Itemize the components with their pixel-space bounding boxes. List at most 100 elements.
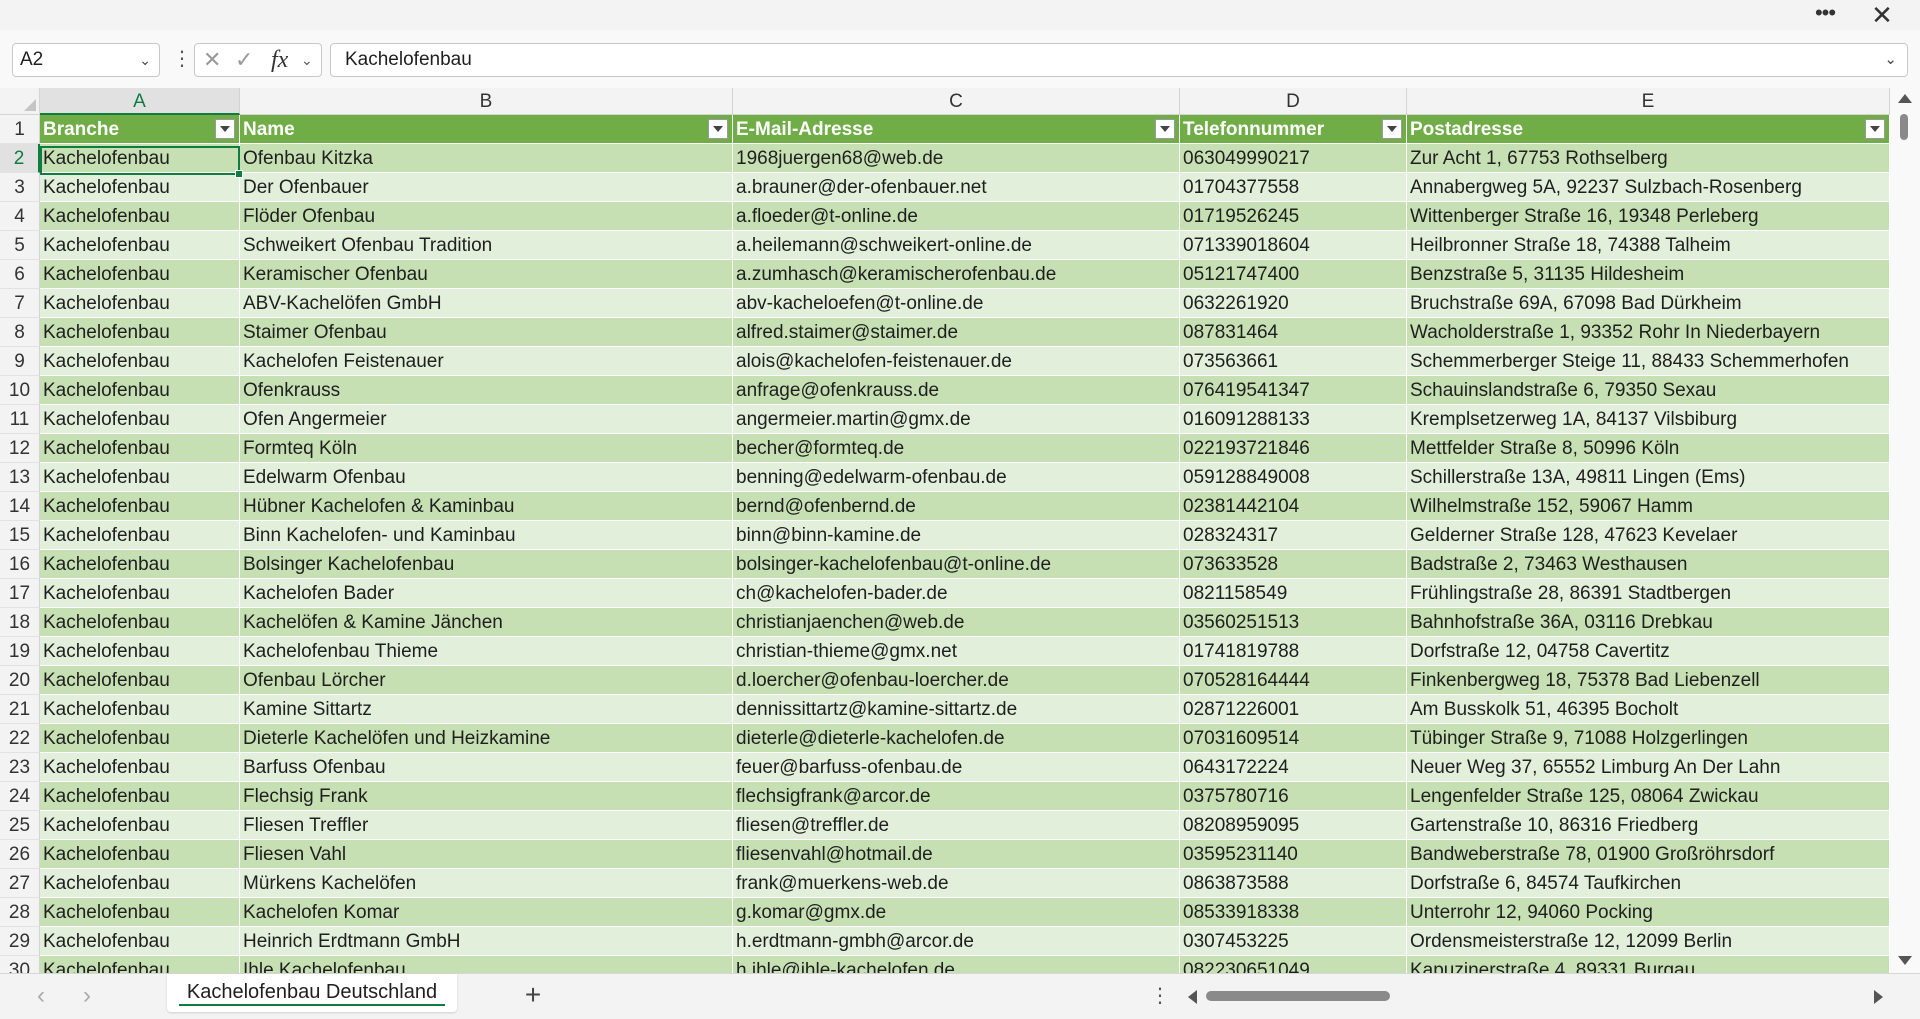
cell[interactable]: Kachelofenbau Thieme — [240, 637, 733, 666]
cell[interactable]: Kachelofenbau — [40, 144, 240, 173]
cell[interactable]: Wilhelmstraße 152, 59067 Hamm — [1407, 492, 1890, 521]
cell[interactable]: Ofenbau Kitzka — [240, 144, 733, 173]
row-header[interactable]: 1 — [0, 115, 40, 144]
cell[interactable]: a.floeder@t-online.de — [733, 202, 1180, 231]
cell[interactable]: Kachelofenbau — [40, 579, 240, 608]
cell[interactable]: 01719526245 — [1180, 202, 1407, 231]
cell[interactable]: Kachelofenbau — [40, 666, 240, 695]
cell[interactable]: 059128849008 — [1180, 463, 1407, 492]
chevron-down-icon[interactable]: ⌄ — [301, 44, 313, 76]
cell[interactable]: Kachelofenbau — [40, 231, 240, 260]
cell[interactable]: dennissittartz@kamine-sittartz.de — [733, 695, 1180, 724]
cell[interactable]: Lengenfelder Straße 125, 08064 Zwickau — [1407, 782, 1890, 811]
cell[interactable]: Kamine Sittartz — [240, 695, 733, 724]
row-header[interactable]: 23 — [0, 753, 40, 782]
row-header[interactable]: 6 — [0, 260, 40, 289]
cell[interactable]: Am Busskolk 51, 46395 Bocholt — [1407, 695, 1890, 724]
cell[interactable]: 05121747400 — [1180, 260, 1407, 289]
row-header[interactable]: 16 — [0, 550, 40, 579]
cell[interactable]: 01704377558 — [1180, 173, 1407, 202]
row-header[interactable]: 26 — [0, 840, 40, 869]
cell[interactable]: Frühlingstraße 28, 86391 Stadtbergen — [1407, 579, 1890, 608]
cell[interactable]: 0821158549 — [1180, 579, 1407, 608]
cell[interactable]: Kachelofenbau — [40, 927, 240, 956]
previous-sheet-icon[interactable]: ‹ — [26, 982, 56, 1010]
row-header[interactable]: 18 — [0, 608, 40, 637]
row-header[interactable]: 21 — [0, 695, 40, 724]
cell[interactable]: Gelderner Straße 128, 47623 Kevelaer — [1407, 521, 1890, 550]
row-header[interactable]: 3 — [0, 173, 40, 202]
row-header[interactable]: 12 — [0, 434, 40, 463]
row-header[interactable]: 5 — [0, 231, 40, 260]
cell[interactable]: Zur Acht 1, 67753 Rothselberg — [1407, 144, 1890, 173]
column-title[interactable]: Branche — [40, 115, 240, 144]
cell[interactable]: Bolsinger Kachelofenbau — [240, 550, 733, 579]
cell[interactable]: abv-kacheloefen@t-online.de — [733, 289, 1180, 318]
cell[interactable]: becher@formteq.de — [733, 434, 1180, 463]
cell[interactable]: bernd@ofenbernd.de — [733, 492, 1180, 521]
row-header[interactable]: 20 — [0, 666, 40, 695]
row-header[interactable]: 7 — [0, 289, 40, 318]
column-header-d[interactable]: D — [1180, 88, 1407, 115]
cell[interactable]: Kachelofenbau — [40, 260, 240, 289]
filter-dropdown-icon[interactable] — [1155, 119, 1175, 139]
row-header[interactable]: 29 — [0, 927, 40, 956]
cell[interactable]: Kachelofen Komar — [240, 898, 733, 927]
cell[interactable]: 063049990217 — [1180, 144, 1407, 173]
cell[interactable]: Neuer Weg 37, 65552 Limburg An Der Lahn — [1407, 753, 1890, 782]
cell[interactable]: Der Ofenbauer — [240, 173, 733, 202]
cell[interactable]: Kachelofenbau — [40, 492, 240, 521]
cell[interactable]: Kachelofenbau — [40, 347, 240, 376]
next-sheet-icon[interactable]: › — [72, 982, 102, 1010]
cell[interactable]: 03560251513 — [1180, 608, 1407, 637]
cell[interactable]: Wacholderstraße 1, 93352 Rohr In Niederb… — [1407, 318, 1890, 347]
filter-dropdown-icon[interactable] — [215, 119, 235, 139]
cell[interactable]: a.heilemann@schweikert-online.de — [733, 231, 1180, 260]
row-header[interactable]: 10 — [0, 376, 40, 405]
cell[interactable]: 08533918338 — [1180, 898, 1407, 927]
cell[interactable]: Kachelofenbau — [40, 695, 240, 724]
cell[interactable]: 07031609514 — [1180, 724, 1407, 753]
cell[interactable]: 071339018604 — [1180, 231, 1407, 260]
filter-dropdown-icon[interactable] — [1382, 119, 1402, 139]
cell[interactable]: Kachelofenbau — [40, 521, 240, 550]
row-header[interactable]: 25 — [0, 811, 40, 840]
row-header[interactable]: 24 — [0, 782, 40, 811]
vertical-scrollbar[interactable] — [1890, 88, 1920, 973]
cell[interactable]: Bruchstraße 69A, 67098 Bad Dürkheim — [1407, 289, 1890, 318]
column-title[interactable]: Telefonnummer — [1180, 115, 1407, 144]
column-title[interactable]: Name — [240, 115, 733, 144]
cell[interactable]: Kachelofenbau — [40, 869, 240, 898]
cell[interactable]: h.erdtmann-gmbh@arcor.de — [733, 927, 1180, 956]
cell[interactable]: 02871226001 — [1180, 695, 1407, 724]
enter-icon[interactable]: ✓ — [235, 44, 253, 76]
cell[interactable]: christian-thieme@gmx.net — [733, 637, 1180, 666]
sheet-options-icon[interactable]: ⋮ — [1150, 982, 1170, 1010]
insert-function-icon[interactable]: fx — [271, 44, 288, 76]
cell[interactable]: Heinrich Erdtmann GmbH — [240, 927, 733, 956]
cell[interactable]: 0307453225 — [1180, 927, 1407, 956]
name-box[interactable]: A2 ⌄ — [12, 43, 160, 77]
scroll-left-icon[interactable] — [1188, 990, 1197, 1004]
cell[interactable]: frank@muerkens-web.de — [733, 869, 1180, 898]
cell[interactable]: Flöder Ofenbau — [240, 202, 733, 231]
cell[interactable]: ch@kachelofen-bader.de — [733, 579, 1180, 608]
cell[interactable]: Wittenberger Straße 16, 19348 Perleberg — [1407, 202, 1890, 231]
cell[interactable]: Schemmerberger Steige 11, 88433 Schemmer… — [1407, 347, 1890, 376]
add-sheet-button[interactable]: + — [518, 980, 548, 1010]
cell[interactable]: Tübinger Straße 9, 71088 Holzgerlingen — [1407, 724, 1890, 753]
cell[interactable]: Kachelofen Bader — [240, 579, 733, 608]
row-header[interactable]: 9 — [0, 347, 40, 376]
cell[interactable]: bolsinger-kachelofenbau@t-online.de — [733, 550, 1180, 579]
cell[interactable]: Hübner Kachelofen & Kaminbau — [240, 492, 733, 521]
cell[interactable]: Kachelofen Feistenauer — [240, 347, 733, 376]
cell[interactable]: fliesen@treffler.de — [733, 811, 1180, 840]
row-header[interactable]: 22 — [0, 724, 40, 753]
cell[interactable]: Barfuss Ofenbau — [240, 753, 733, 782]
cell[interactable]: Bahnhofstraße 36A, 03116 Drebkau — [1407, 608, 1890, 637]
cell[interactable]: Kachelofenbau — [40, 318, 240, 347]
cell[interactable]: Kachelofenbau — [40, 550, 240, 579]
column-header-a[interactable]: A — [40, 88, 240, 115]
filter-dropdown-icon[interactable] — [1865, 119, 1885, 139]
scroll-up-icon[interactable] — [1898, 94, 1912, 103]
